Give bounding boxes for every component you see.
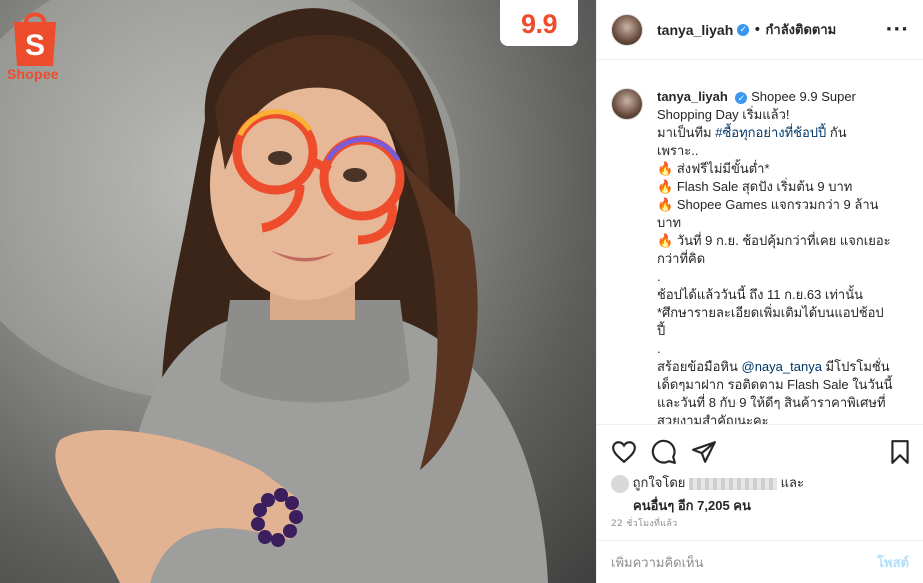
caption-line: Shopee 9.9 Super [751,89,856,104]
caption-line: Flash Sale สุดปัง เริ่มต้น 9 บาท [676,179,853,194]
caption-line: วันที่ 9 ก.ย. ช้อปคุ้มกว่าที่เคย แจกเยอะ [676,233,891,248]
mention-link[interactable]: @naya_tanya [742,359,822,374]
avatar[interactable] [611,13,643,46]
caption-line: ส่งฟรีไม่มีขั้นต่ำ* [676,161,770,176]
caption-line: มาเป็นทีม [657,125,712,140]
heart-icon[interactable] [611,439,637,465]
likes-summary: ถูกใจโดย และ คนอื่นๆ อีก 7,205 คน [611,472,909,516]
caption-line: ปี้ [657,323,666,338]
share-icon[interactable] [691,439,717,465]
bookmark-icon[interactable] [887,439,913,465]
hashtag-link[interactable]: #ซื้อทุกอย่างที่ช้อปปี้ [715,125,826,140]
photo-illustration [0,0,548,583]
post-sidebar: tanya_liyah ✓ • กำลังติดตาม ··· tanya_li… [596,0,923,583]
fire-icon: 🔥 [657,197,674,212]
caption-line: กว่าที่คิด [657,251,706,266]
campaign-badge: 9.9 [500,0,578,46]
blurred-username [689,477,777,490]
likes-prefix: ถูกใจโดย [632,475,686,490]
comment-input[interactable] [611,554,878,570]
header-separator: • [753,21,762,38]
caption-line: . [657,341,661,356]
caption-line: เพราะ.. [657,143,699,158]
fire-icon: 🔥 [657,179,674,194]
caption-line: มีโปรโมชั่น [825,359,890,374]
caption-line: เด็ดๆมาฝาก รอติดตาม Flash Sale ในวันนี้ [657,377,893,392]
shopping-bag-icon: S [14,12,56,66]
shopee-initial: S [25,29,45,62]
caption-line: *ศึกษารายละเอียดเพิ่มเติมได้บนแอปช้อป [657,305,884,320]
likes-suffix: และ [780,475,804,490]
verified-badge-icon: ✓ [735,91,748,104]
comment-bar: โพสต์ [597,540,923,583]
caption-line: และวันที่ 8 กับ 9 ให้ดีๆ สินค้าราคาพิเศษ… [657,395,886,410]
caption-avatar[interactable] [611,88,643,120]
post-caption: tanya_liyah ✓ Shopee 9.9 Super Shopping … [611,74,909,424]
more-options-icon[interactable]: ··· [885,19,909,40]
verified-badge-icon: ✓ [737,23,750,36]
post-header: tanya_liyah ✓ • กำลังติดตาม ··· [597,0,923,60]
post-timestamp[interactable]: 22 ชั่วโมงที่แล้ว [611,516,678,530]
caption-line: ช้อปได้แล้ววันนี้ ถึง 11 ก.ย.63 เท่านั้น [657,287,864,302]
likes-count-link[interactable]: คนอื่นๆ อีก 7,205 คน [633,495,909,516]
caption-username[interactable]: tanya_liyah [657,89,728,104]
post-button[interactable]: โพสต์ [877,552,909,573]
caption-line: กัน [829,125,847,140]
caption-text: tanya_liyah ✓ Shopee 9.9 Super Shopping … [657,74,897,424]
fire-icon: 🔥 [657,161,674,176]
comment-icon[interactable] [651,439,677,465]
post-photo[interactable]: S Shopee 9.9 [0,0,596,583]
caption-line: บาท [657,215,682,230]
action-bar [597,424,923,475]
shopee-wordmark: Shopee [7,66,59,82]
caption-line: . [657,269,661,284]
caption-line: สร้อยข้อมือหิน [657,359,738,374]
following-button[interactable]: กำลังติดตาม [766,19,837,40]
fire-icon: 🔥 [657,233,674,248]
header-username[interactable]: tanya_liyah [657,22,733,38]
caption-line: Shopping Day เริ่มแล้ว! [657,107,790,122]
liker-avatar[interactable] [611,474,629,493]
caption-line: Shopee Games แจกรวมกว่า 9 ล้าน [676,197,879,212]
caption-line: สวยงามสำคัญนะคะ [657,413,769,424]
